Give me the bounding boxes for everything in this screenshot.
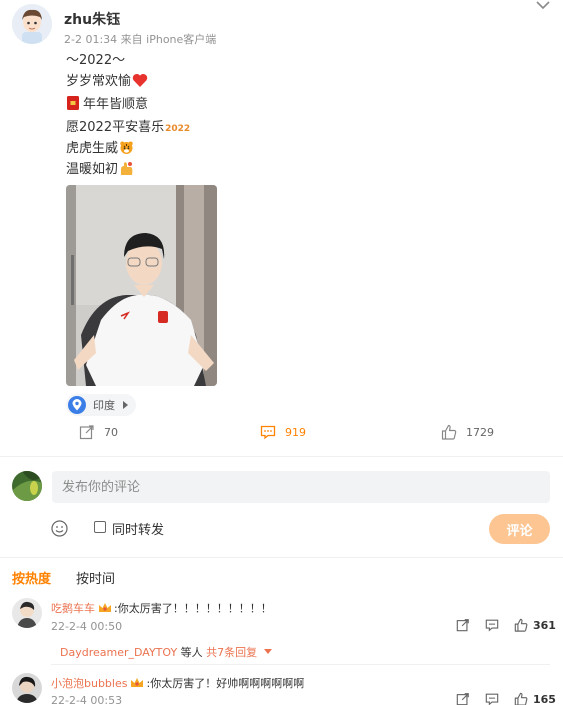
current-user-avatar — [12, 471, 42, 501]
smile-icon[interactable] — [51, 520, 68, 537]
comment-icon — [485, 693, 499, 705]
comment-reply-button[interactable] — [485, 692, 499, 705]
author-name[interactable]: zhu朱钰 — [64, 9, 120, 29]
submit-comment-button[interactable]: 评论 — [489, 514, 550, 544]
post-meta: 2-2 01:34 来自 iPhone客户端 — [64, 33, 217, 46]
commenter-name[interactable]: 小泡泡bubbles — [51, 677, 127, 690]
post-text-line: ～2022～ — [66, 53, 126, 68]
like-icon — [514, 618, 528, 632]
divider — [51, 664, 550, 665]
commenter-avatar[interactable] — [12, 598, 42, 628]
post-text-line: 年年皆顺意 — [66, 93, 148, 112]
comment-action[interactable]: 919 — [260, 424, 306, 440]
repost-icon — [79, 425, 94, 440]
comment-time: 22-2-4 00:50 — [51, 620, 123, 633]
repost-count: 70 — [104, 425, 118, 439]
like-icon — [514, 692, 528, 705]
comment-icon — [260, 425, 276, 440]
author-avatar[interactable] — [12, 4, 52, 44]
repost-checkbox[interactable] — [94, 521, 106, 533]
comment-repost-button[interactable] — [456, 692, 470, 705]
hands-emoji — [121, 162, 133, 175]
comment-repost-button[interactable] — [456, 618, 470, 632]
tiger-emoji — [120, 141, 133, 154]
post-photo[interactable] — [66, 185, 217, 386]
chevron-down-icon[interactable] — [536, 0, 550, 10]
comment-reply-button[interactable] — [485, 618, 499, 632]
comment-input[interactable] — [52, 471, 550, 503]
tab-sort-time[interactable]: 按时间 — [76, 568, 115, 587]
like-count: 1729 — [466, 425, 494, 439]
emoji-2022: 2022 — [165, 124, 191, 134]
commenter-name[interactable]: 吃鹅车车 — [51, 602, 95, 615]
chevron-right-icon — [123, 401, 128, 409]
divider — [0, 557, 563, 558]
comment-text: 小泡泡bubbles:你太厉害了！好帅啊啊啊啊啊啊 — [51, 677, 305, 690]
repost-icon — [456, 693, 469, 705]
caret-down-icon — [263, 649, 272, 654]
comment-text: 吃鹅车车:你太厉害了！！！！！！！！！ — [51, 602, 272, 615]
divider — [0, 456, 563, 457]
location-tag[interactable]: 印度 — [66, 394, 136, 416]
commenter-avatar[interactable] — [12, 673, 42, 703]
crown-badge-icon — [99, 603, 111, 612]
comment-icon — [485, 619, 499, 632]
comment-time: 22-2-4 00:53 — [51, 694, 123, 705]
crown-badge-icon — [131, 678, 144, 687]
post-text-line: 愿2022平安喜乐2022 — [66, 120, 191, 135]
location-pin-icon — [68, 396, 86, 414]
repost-icon — [456, 619, 469, 632]
tab-sort-hot[interactable]: 按热度 — [12, 568, 51, 587]
comment-like-button[interactable]: 165 — [514, 692, 556, 705]
repost-action[interactable]: 70 — [79, 424, 118, 440]
comment-like-count: 165 — [533, 692, 556, 705]
repost-checkbox-label[interactable]: 同时转发 — [112, 519, 164, 538]
like-icon — [441, 424, 457, 440]
location-label: 印度 — [93, 399, 115, 412]
comment-like-count: 361 — [533, 618, 556, 632]
heart-emoji — [132, 74, 148, 87]
post-text-line: 虎虎生威 — [66, 137, 134, 156]
post-text-line: 岁岁常欢愉 — [66, 70, 148, 89]
comment-like-button[interactable]: 361 — [514, 618, 556, 632]
comment-count: 919 — [285, 425, 306, 439]
like-action[interactable]: 1729 — [441, 424, 494, 440]
post-text-line: 温暖如初 — [66, 158, 134, 177]
lucky-envelope-emoji — [67, 96, 79, 110]
comment-replies-summary[interactable]: Daydreamer_DAYTOY 等人 共7条回复 — [60, 644, 272, 660]
